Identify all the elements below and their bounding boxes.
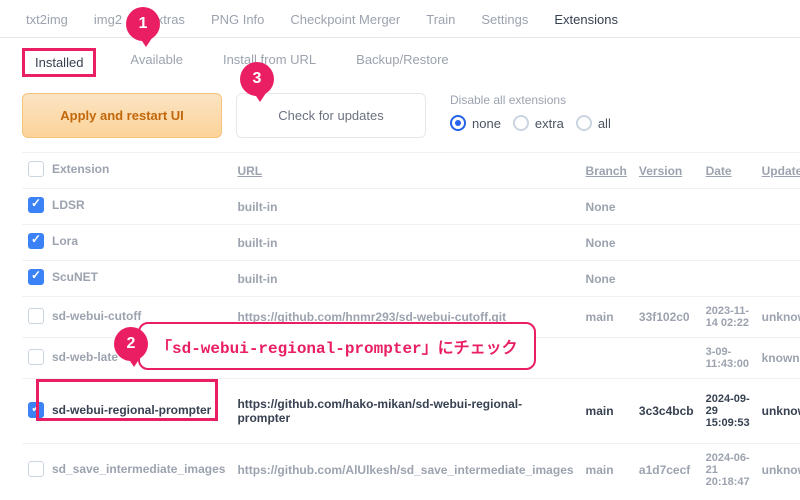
- disable-radio-all[interactable]: all: [576, 115, 611, 131]
- col-url[interactable]: URL: [231, 153, 579, 189]
- col-extension[interactable]: Extension: [52, 162, 109, 176]
- extension-version: [633, 189, 700, 225]
- extension-update: [756, 189, 800, 225]
- extension-date: 3-09-11:43:00: [700, 338, 756, 379]
- radio-icon: [513, 115, 529, 131]
- extension-update: unknown: [756, 444, 800, 497]
- disable-radio-row: none extra all: [450, 115, 611, 131]
- extension-date: 2023-11-14 02:22: [700, 297, 756, 338]
- col-branch[interactable]: Branch: [580, 153, 633, 189]
- action-area: Apply and restart UI Check for updates D…: [0, 83, 800, 152]
- extension-name: sd-web-late: [52, 350, 118, 364]
- radio-icon: [576, 115, 592, 131]
- extension-branch: [580, 338, 633, 379]
- extension-update: [756, 261, 800, 297]
- top-tab-txt2img[interactable]: txt2img: [22, 10, 72, 29]
- extension-url[interactable]: https://github.com/AlUlkesh/sd_save_inte…: [231, 444, 579, 497]
- extension-date: [700, 225, 756, 261]
- extension-version: a1d7cecf: [633, 444, 700, 497]
- col-version[interactable]: Version: [633, 153, 700, 189]
- extension-update: [756, 225, 800, 261]
- extension-checkbox[interactable]: [28, 349, 44, 365]
- sub-tab-available[interactable]: Available: [124, 48, 189, 77]
- top-tab-png-info[interactable]: PNG Info: [207, 10, 268, 29]
- col-date[interactable]: Date: [700, 153, 756, 189]
- radio-label: none: [472, 116, 501, 131]
- extension-name: Lora: [52, 234, 78, 248]
- extension-branch: main: [580, 297, 633, 338]
- extension-version: [633, 261, 700, 297]
- extension-checkbox[interactable]: [28, 269, 44, 285]
- apply-restart-button[interactable]: Apply and restart UI: [22, 93, 222, 138]
- callout-badge-2: 2: [114, 327, 148, 361]
- disable-radio-extra[interactable]: extra: [513, 115, 564, 131]
- extension-name: sd_save_intermediate_images: [52, 462, 225, 476]
- table-row: sd-webui-regional-prompter https://github…: [22, 379, 800, 444]
- sub-tab-installed[interactable]: Installed: [22, 48, 96, 77]
- extension-name: sd-webui-cutoff: [52, 309, 141, 323]
- col-update[interactable]: Update: [756, 153, 800, 189]
- extension-branch: main: [580, 379, 633, 444]
- extension-name: sd-webui-regional-prompter: [52, 403, 211, 417]
- extension-checkbox[interactable]: [28, 197, 44, 213]
- table-row: LDSR built-inNone: [22, 189, 800, 225]
- extension-date: [700, 189, 756, 225]
- table-row: Lora built-inNone: [22, 225, 800, 261]
- sub-tabs: InstalledAvailableInstall from URLBackup…: [0, 38, 800, 83]
- extension-checkbox[interactable]: [28, 233, 44, 249]
- extension-url: built-in: [231, 261, 579, 297]
- top-tab-extensions[interactable]: Extensions: [550, 10, 622, 29]
- callout-badge-3: 3: [240, 62, 274, 96]
- top-tab-checkpoint-merger[interactable]: Checkpoint Merger: [286, 10, 404, 29]
- extension-update: unknown: [756, 297, 800, 338]
- extension-branch: main: [580, 444, 633, 497]
- extension-name: LDSR: [52, 198, 85, 212]
- table-header-row: Extension URL Branch Version Date Update: [22, 153, 800, 189]
- extension-branch: None: [580, 225, 633, 261]
- table-row: ScuNET built-inNone: [22, 261, 800, 297]
- extension-update: unknown: [756, 379, 800, 444]
- extension-version: 33f102c0: [633, 297, 700, 338]
- radio-icon: [450, 115, 466, 131]
- extension-branch: None: [580, 189, 633, 225]
- top-tab-train[interactable]: Train: [422, 10, 459, 29]
- extension-branch: None: [580, 261, 633, 297]
- extension-url: built-in: [231, 189, 579, 225]
- extension-date: [700, 261, 756, 297]
- radio-label: extra: [535, 116, 564, 131]
- extension-checkbox[interactable]: [28, 402, 44, 418]
- disable-extensions-group: Disable all extensions none extra all: [450, 93, 611, 131]
- extension-url: built-in: [231, 225, 579, 261]
- sub-tab-backup-restore[interactable]: Backup/Restore: [350, 48, 455, 77]
- extension-version: 3c3c4bcb: [633, 379, 700, 444]
- extension-date: 2024-06-21 20:18:47: [700, 444, 756, 497]
- table-row: sd_save_intermediate_images https://githu…: [22, 444, 800, 497]
- extension-version: [633, 225, 700, 261]
- extension-url[interactable]: https://github.com/hako-mikan/sd-webui-r…: [231, 379, 579, 444]
- disable-radio-none[interactable]: none: [450, 115, 501, 131]
- extension-update: known: [756, 338, 800, 379]
- extension-name: ScuNET: [52, 270, 98, 284]
- header-checkbox[interactable]: [28, 161, 44, 177]
- callout-badge-1: 1: [126, 7, 160, 41]
- speech-bubble: 「sd-webui-regional-prompter」にチェック: [138, 322, 536, 370]
- extension-checkbox[interactable]: [28, 308, 44, 324]
- extension-version: [633, 338, 700, 379]
- top-tab-img2[interactable]: img2: [90, 10, 126, 29]
- disable-title: Disable all extensions: [450, 93, 611, 107]
- extension-date: 2024-09-29 15:09:53: [700, 379, 756, 444]
- top-tab-settings[interactable]: Settings: [477, 10, 532, 29]
- radio-label: all: [598, 116, 611, 131]
- extension-checkbox[interactable]: [28, 461, 44, 477]
- top-tabs: txt2imgimg2ExtrasPNG InfoCheckpoint Merg…: [0, 0, 800, 38]
